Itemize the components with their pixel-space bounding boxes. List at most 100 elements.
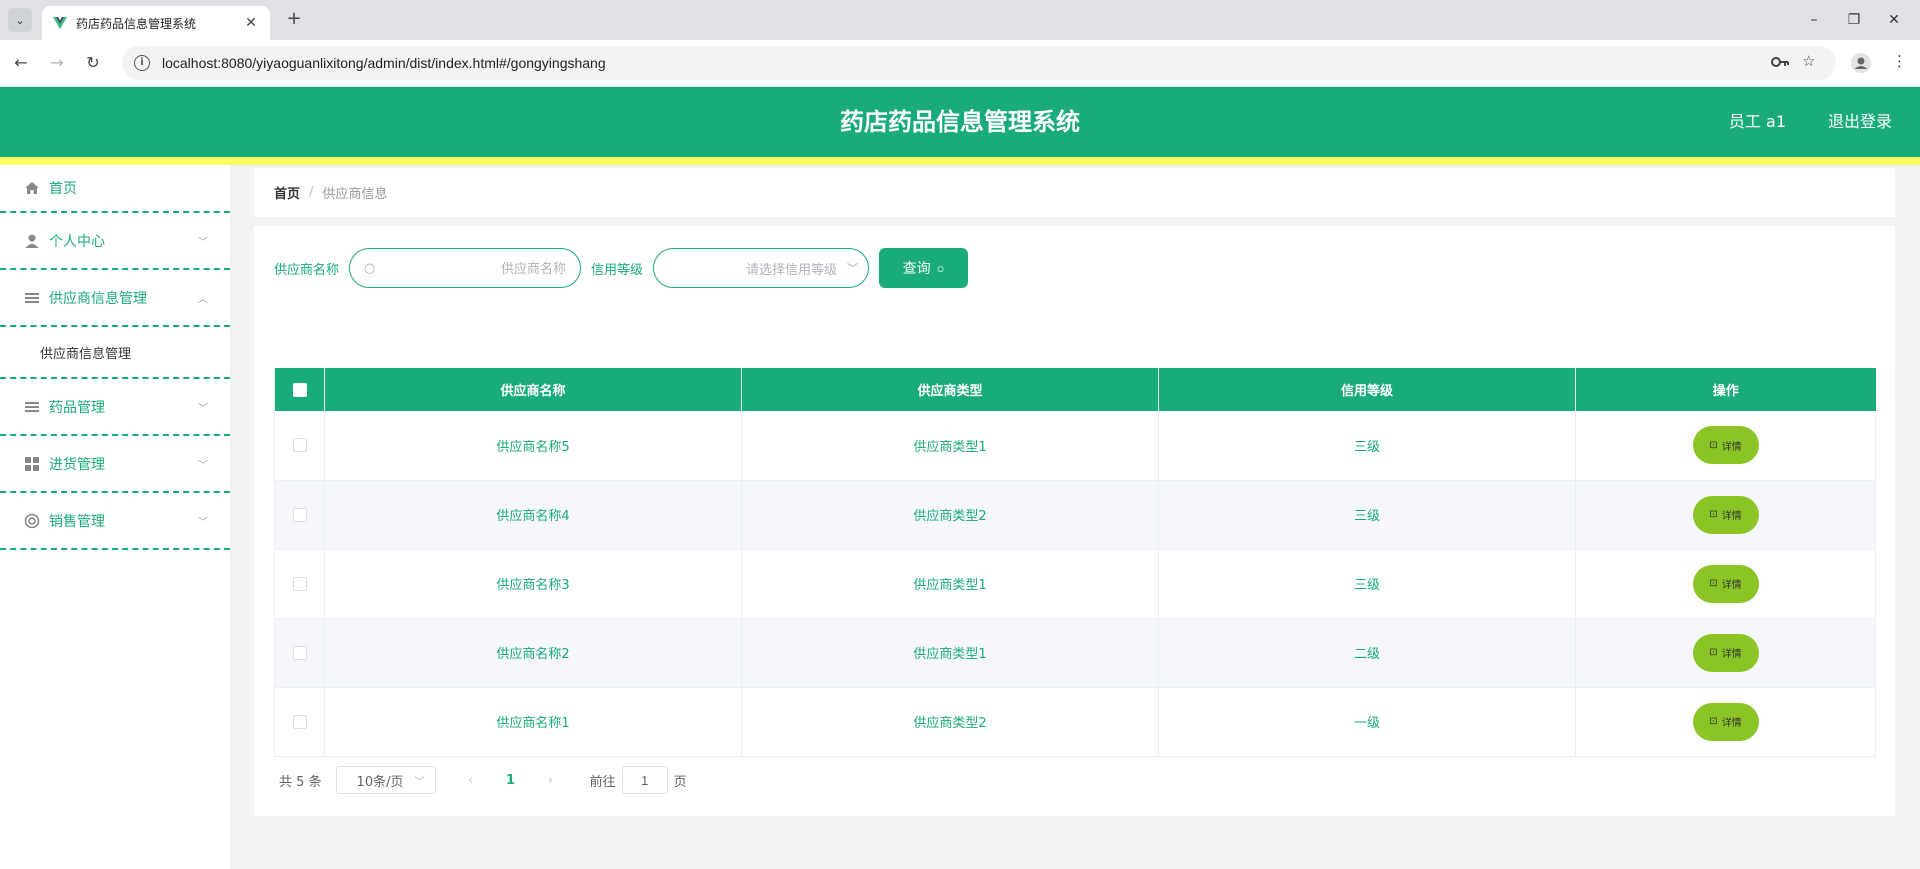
detail-button-label: 详情 <box>1721 649 1742 660</box>
minimize-icon[interactable]: – <box>1794 8 1834 32</box>
supplier-name-field[interactable]: ○ <box>349 248 582 288</box>
supplier-type-cell: 供应商类型1 <box>741 411 1159 481</box>
sidebar-item-label: 供应商信息管理 <box>49 290 147 307</box>
sidebar-item-purchase-management[interactable]: 进货管理 ﹀ <box>0 436 230 493</box>
query-button[interactable]: 查询 ○ <box>879 248 969 288</box>
reload-icon[interactable]: ↻ <box>82 52 104 74</box>
sidebar-item-home[interactable]: 首页 <box>0 165 230 213</box>
app-title: 药店药品信息管理系统 <box>840 108 1080 136</box>
row-checkbox[interactable] <box>292 576 307 591</box>
page-size-value: 10条/页 <box>356 774 404 790</box>
forward-icon[interactable]: → <box>46 52 68 74</box>
detail-icon: ⊡ <box>1709 716 1718 727</box>
browser-tabbar: ⌄ 药店药品信息管理系统 ✕ + – ❐ ✕ <box>0 0 1920 40</box>
site-info-icon[interactable]: i <box>134 55 150 71</box>
profile-avatar-icon[interactable] <box>1851 53 1871 73</box>
window-close-icon[interactable]: ✕ <box>1874 8 1914 32</box>
breadcrumb: 首页 / 供应商信息 <box>254 168 1895 217</box>
sidebar-item-sales-management[interactable]: 销售管理 ﹀ <box>0 493 230 550</box>
detail-icon: ⊡ <box>1709 578 1718 589</box>
search-icon: ○ <box>364 260 376 276</box>
list-icon <box>25 401 39 412</box>
prev-page-icon[interactable]: ‹ <box>456 773 486 787</box>
page-size-select[interactable]: 10条/页 ﹀ <box>335 766 436 794</box>
tab-close-icon[interactable]: ✕ <box>242 15 260 31</box>
column-header[interactable]: 供应商类型 <box>741 368 1159 411</box>
query-button-label: 查询 <box>902 260 931 276</box>
detail-button[interactable]: ⊡ 详情 <box>1692 564 1759 603</box>
browser-tab[interactable]: 药店药品信息管理系统 ✕ <box>42 6 270 40</box>
credit-level-cell: 三级 <box>1158 549 1576 619</box>
pagination-total: 共 5 条 <box>279 774 322 790</box>
sidebar-subitem-supplier-management[interactable]: 供应商信息管理 <box>0 327 230 379</box>
breadcrumb-home[interactable]: 首页 <box>274 183 300 202</box>
column-header[interactable]: 信用等级 <box>1158 368 1576 411</box>
supplier-name-cell: 供应商名称5 <box>324 411 742 481</box>
detail-icon: ⊡ <box>1709 439 1718 451</box>
content-card: 供应商名称 ○ 信用等级 请选择信用等级 ﹀ 查询 ○ <box>254 226 1895 816</box>
sidebar-item-label: 销售管理 <box>49 513 105 530</box>
next-page-icon[interactable]: › <box>536 773 566 787</box>
breadcrumb-current: 供应商信息 <box>322 187 388 202</box>
restore-icon[interactable]: ❐ <box>1834 8 1874 32</box>
row-checkbox[interactable] <box>292 438 307 453</box>
bookmark-star-icon[interactable]: ☆ <box>1802 52 1815 70</box>
table-row: 供应商名称2 供应商类型1 二级 ⊡ 详情 <box>274 618 1876 688</box>
table-row: 供应商名称5 供应商类型1 三级 ⊡ 详情 <box>274 411 1876 481</box>
page-number-current[interactable]: 1 <box>496 773 526 788</box>
select-all-cell[interactable] <box>274 368 325 411</box>
table-header-row: 供应商名称 供应商类型 信用等级 操作 <box>274 368 1876 411</box>
tab-search-menu-button[interactable]: ⌄ <box>8 8 32 32</box>
logout-link[interactable]: 退出登录 <box>1828 87 1892 157</box>
credit-level-cell: 一级 <box>1158 687 1576 757</box>
back-icon[interactable]: ← <box>10 52 32 74</box>
chevron-down-icon: ﹀ <box>414 776 425 788</box>
detail-button-label: 详情 <box>1721 580 1742 591</box>
detail-button-label: 详情 <box>1721 511 1742 522</box>
goto-page-input[interactable] <box>621 766 668 794</box>
url-field[interactable]: i localhost:8080/yiyaoguanlixitong/admin… <box>122 46 1836 80</box>
row-checkbox[interactable] <box>292 714 307 729</box>
supplier-name-cell: 供应商名称4 <box>324 480 742 550</box>
detail-button-label: 详情 <box>1721 441 1742 453</box>
password-key-icon[interactable] <box>1770 54 1790 70</box>
chevron-down-icon: ﹀ <box>198 517 208 528</box>
chevron-down-icon: ﹀ <box>198 237 208 248</box>
app-header: 药店药品信息管理系统 员工 a1 退出登录 <box>0 87 1920 157</box>
chevron-down-icon: ﹀ <box>847 262 859 275</box>
detail-button[interactable]: ⊡ 详情 <box>1692 495 1759 534</box>
detail-button-label: 详情 <box>1721 718 1742 729</box>
row-checkbox[interactable] <box>292 645 307 660</box>
supplier-name-cell: 供应商名称2 <box>324 618 742 688</box>
row-checkbox[interactable] <box>292 507 307 522</box>
detail-button[interactable]: ⊡ 详情 <box>1692 633 1759 672</box>
sidebar-item-label: 首页 <box>49 181 77 197</box>
url-text: localhost:8080/yiyaoguanlixitong/admin/d… <box>162 55 606 71</box>
credit-level-cell: 二级 <box>1158 618 1576 688</box>
sidebar: 首页 个人中心 ﹀ 供应商信息管理 ︿ 供应商信息管理 药品管理 ﹀ 进货管理 … <box>0 165 230 869</box>
new-tab-button[interactable]: + <box>282 8 306 32</box>
sidebar-item-label: 个人中心 <box>49 233 105 250</box>
lifebuoy-icon <box>24 513 40 528</box>
chevron-up-icon: ︿ <box>198 294 208 305</box>
supplier-name-input[interactable] <box>383 260 567 276</box>
detail-button[interactable]: ⊡ 详情 <box>1692 702 1759 741</box>
supplier-type-cell: 供应商类型2 <box>741 687 1159 757</box>
credit-level-label: 信用等级 <box>591 262 644 278</box>
goto-label: 前往 <box>589 774 616 790</box>
supplier-name-cell: 供应商名称1 <box>324 687 742 757</box>
search-icon: ○ <box>936 260 945 276</box>
credit-level-select[interactable]: 请选择信用等级 ﹀ <box>653 248 870 288</box>
page-suffix-label: 页 <box>673 774 687 790</box>
home-icon <box>25 182 39 194</box>
sidebar-item-personal-center[interactable]: 个人中心 ﹀ <box>0 213 230 270</box>
sidebar-item-supplier-management[interactable]: 供应商信息管理 ︿ <box>0 270 230 327</box>
column-header[interactable]: 供应商名称 <box>324 368 742 411</box>
select-all-checkbox[interactable] <box>292 382 307 397</box>
address-bar: ← → ↻ i localhost:8080/yiyaoguanlixitong… <box>0 40 1920 87</box>
browser-menu-icon[interactable]: ⋮ <box>1892 52 1907 70</box>
table-row: 供应商名称1 供应商类型2 一级 ⊡ 详情 <box>274 687 1876 757</box>
supplier-name-cell: 供应商名称3 <box>324 549 742 619</box>
detail-button[interactable]: ⊡ 详情 <box>1692 426 1759 465</box>
sidebar-item-drug-management[interactable]: 药品管理 ﹀ <box>0 379 230 436</box>
